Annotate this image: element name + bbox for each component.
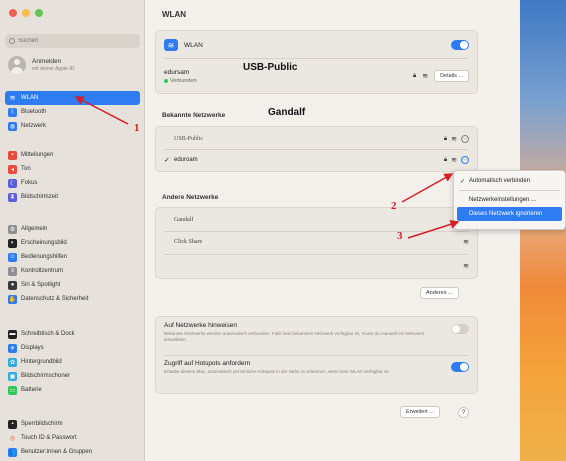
annotation-arrow-1 — [74, 96, 129, 125]
annotation-number-3: 3 — [397, 230, 403, 242]
annotation-number-2: 2 — [391, 200, 397, 212]
annotation-arrow-2 — [401, 173, 454, 203]
annotation-arrow-3 — [407, 219, 460, 239]
annotation-number-1: 1 — [134, 122, 140, 134]
annotation-arrows — [74, 96, 460, 239]
